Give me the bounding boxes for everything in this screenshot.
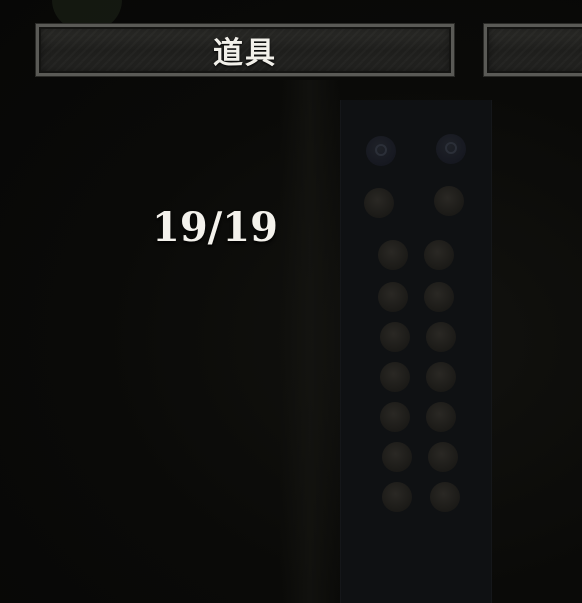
orb-icon (430, 482, 460, 512)
game-screen: 道具 19/19 (0, 0, 582, 603)
orb-icon (380, 402, 410, 432)
orb-icon (378, 282, 408, 312)
tab-items-label: 道具 (213, 36, 277, 71)
item-count: 19/19 (152, 204, 278, 251)
orb-icon (380, 322, 410, 352)
orb-icon (366, 136, 396, 166)
orb-icon (380, 362, 410, 392)
orb-icon (428, 442, 458, 472)
emblem-icon (375, 144, 387, 156)
tab-next[interactable] (483, 23, 582, 77)
emblem-icon (445, 142, 457, 154)
orb-icon (382, 442, 412, 472)
orb-icon (364, 188, 394, 218)
orb-icon (426, 402, 456, 432)
orb-icon (426, 322, 456, 352)
background-shade (280, 80, 340, 603)
orb-icon (378, 240, 408, 270)
orb-icon (434, 186, 464, 216)
background-slot-panel (340, 100, 492, 603)
orb-icon (426, 362, 456, 392)
orb-icon (382, 482, 412, 512)
orb-icon (436, 134, 466, 164)
orb-icon (424, 282, 454, 312)
tab-items[interactable]: 道具 (35, 23, 455, 77)
orb-icon (424, 240, 454, 270)
